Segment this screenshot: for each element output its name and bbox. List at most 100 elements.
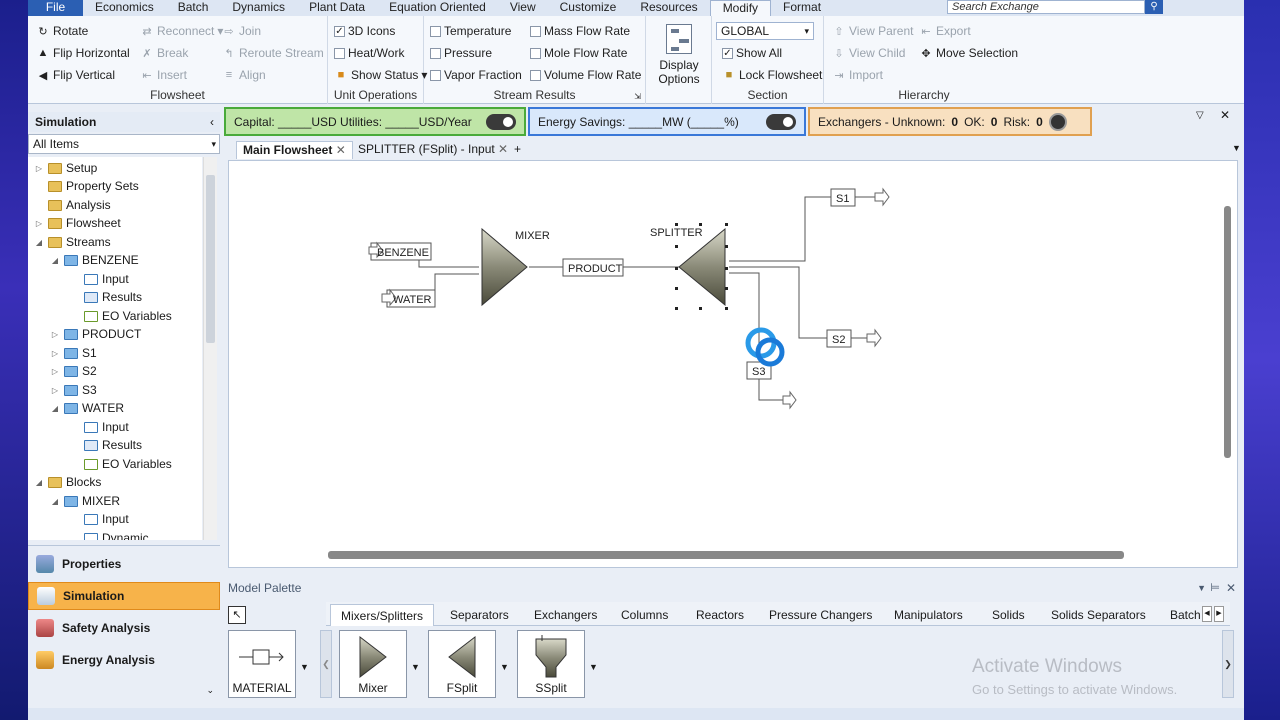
new-tab-button[interactable]: + [508,141,527,159]
tree-item-s2[interactable]: ▷ S2 [50,362,97,380]
section-select[interactable]: GLOBAL ▾ [716,22,814,40]
vapor-fraction-checkbox[interactable]: Vapor Fraction [430,68,522,82]
flip-horizontal-button[interactable]: ▲ Flip Horizontal [36,46,130,60]
collapse-icon[interactable]: ◢ [34,478,44,487]
tree-item-analysis[interactable]: Analysis [48,196,111,214]
tree-item-benzene-eo-variables[interactable]: EO Variables [84,307,172,325]
search-icon[interactable]: ⚲ [1145,0,1163,14]
pressure-checkbox[interactable]: Pressure [430,46,492,60]
palette-item-ssplit[interactable]: SSplit [517,630,585,698]
stream-line-s2[interactable] [729,266,827,339]
tree-item-mixer-dynamic[interactable]: Dynamic [84,529,149,540]
palette-tab-exchangers[interactable]: Exchangers [524,604,607,626]
tree-item-property-sets[interactable]: Property Sets [48,177,139,195]
show-status-button[interactable]: ■ Show Status ▾ [334,68,428,82]
search-exchange-input[interactable]: Search Exchange [947,0,1145,14]
splitter-block[interactable] [678,227,726,307]
tree-scrollbar[interactable] [203,157,217,540]
palette-tab-solids-separators[interactable]: Solids Separators [1041,604,1156,626]
stream-line-s3-out[interactable] [758,379,783,401]
insert-button[interactable]: ⇤ Insert [140,68,187,82]
collapse-icon[interactable]: ◢ [34,238,44,247]
tab-list-icon[interactable]: ▼ [1232,143,1241,153]
tree-filter-select[interactable]: All Items ▾ [28,134,220,154]
show-all-checkbox[interactable]: ✓ Show All [722,46,782,60]
palette-tab-pressure-changers[interactable]: Pressure Changers [759,604,882,626]
nav-simulation[interactable]: Simulation [28,582,220,610]
nav-properties[interactable]: Properties [28,550,220,578]
material-dropdown-icon[interactable]: ▼ [300,662,309,672]
flip-vertical-button[interactable]: ◀ Flip Vertical [36,68,115,82]
tree-scroll-thumb[interactable] [206,175,215,343]
menu-equation-oriented[interactable]: Equation Oriented [377,0,498,16]
join-button[interactable]: ⇨ Join [222,24,261,38]
expand-icon[interactable]: ▷ [34,164,44,173]
canvas-vertical-scrollbar[interactable] [1221,166,1233,546]
tree-item-water[interactable]: ◢ WATER [50,399,124,417]
tree-item-blocks[interactable]: ◢ Blocks [34,473,101,491]
expand-icon[interactable]: ▷ [50,349,60,358]
canvas-horizontal-scroll-thumb[interactable] [328,551,1124,559]
export-button[interactable]: ⇤ Export [919,24,970,38]
palette-tab-separators[interactable]: Separators [440,604,519,626]
tree-item-water-input[interactable]: Input [84,418,129,436]
palette-tab-solids[interactable]: Solids [982,604,1035,626]
menu-economics[interactable]: Economics [83,0,166,16]
canvas-vertical-scroll-thumb[interactable] [1224,206,1231,458]
collapse-icon[interactable]: ◢ [50,404,60,413]
collapse-pane-icon[interactable]: ‹ [210,112,214,132]
more-nav-icon[interactable]: ⌄ [206,685,214,696]
ssplit-dropdown-icon[interactable]: ▼ [589,662,598,672]
ribbon-minimize-icon[interactable]: ▽ [1196,110,1204,121]
stream-line-s3[interactable] [729,272,760,361]
heat-work-checkbox[interactable]: Heat/Work [334,46,404,60]
mole-flow-rate-checkbox[interactable]: Mole Flow Rate [530,46,627,60]
close-panel-icon[interactable]: ✕ [1220,108,1230,122]
expand-icon[interactable]: ▷ [50,367,60,376]
tree-item-product[interactable]: ▷ PRODUCT [50,325,141,343]
pin-icon[interactable]: ⊨ [1210,578,1220,598]
energy-toggle[interactable] [766,113,796,130]
import-button[interactable]: ⇥ Import [832,68,883,82]
select-mode-button[interactable]: ↖ [228,606,246,624]
menu-modify[interactable]: Modify [709,0,772,16]
flowsheet-drawing[interactable]: BENZENE WATER MIXER PRODUCT SPLITTER S1 … [229,161,1237,567]
tree-item-mixer-input[interactable]: Input [84,510,129,528]
menu-plant-data[interactable]: Plant Data [297,0,377,16]
tree-item-benzene-results[interactable]: Results [84,288,142,306]
menu-dynamics[interactable]: Dynamics [220,0,297,16]
rotate-button[interactable]: ↻ Rotate [36,24,88,38]
tree-item-mixer[interactable]: ◢ MIXER [50,492,120,510]
collapse-icon[interactable]: ◢ [50,497,60,506]
tree-item-benzene-input[interactable]: Input [84,270,129,288]
tab-main-flowsheet[interactable]: Main Flowsheet ✕ [236,141,353,159]
expand-icon[interactable]: ▷ [50,330,60,339]
menu-customize[interactable]: Customize [548,0,629,16]
menu-format[interactable]: Format [771,0,833,16]
palette-tab-manipulators[interactable]: Manipulators [884,604,973,626]
close-tab-icon[interactable]: ✕ [336,143,346,157]
tab-splitter-input[interactable]: SPLITTER (FSplit) - Input ✕ [352,141,514,159]
tree-item-s3[interactable]: ▷ S3 [50,381,97,399]
palette-scroll-left-icon[interactable]: ❮ [320,630,332,698]
tree-item-flowsheet[interactable]: ▷ Flowsheet [34,214,121,232]
tree-item-setup[interactable]: ▷ Setup [34,159,97,177]
display-options-button[interactable]: Display Options [646,58,712,86]
menu-view[interactable]: View [498,0,548,16]
palette-tab-mixers-splitters[interactable]: Mixers/Splitters [330,604,435,626]
collapse-icon[interactable]: ◢ [50,256,60,265]
break-button[interactable]: ✗ Break [140,46,188,60]
palette-tab-columns[interactable]: Columns [611,604,678,626]
view-child-button[interactable]: ⇩ View Child [832,46,905,60]
mass-flow-rate-checkbox[interactable]: Mass Flow Rate [530,24,630,38]
tree-item-water-eo-variables[interactable]: EO Variables [84,455,172,473]
flowsheet-canvas[interactable]: BENZENE WATER MIXER PRODUCT SPLITTER S1 … [228,160,1238,568]
close-tab-icon[interactable]: ✕ [498,142,508,156]
menu-batch[interactable]: Batch [166,0,221,16]
lock-flowsheet-button[interactable]: ■ Lock Flowsheet [722,68,823,82]
palette-scroll-right-icon[interactable]: ❯ [1222,630,1234,698]
stream-line-s1[interactable] [729,196,831,262]
menu-file[interactable]: File [28,0,83,16]
palette-tab-scroll-right-icon[interactable]: ▶ [1214,606,1224,622]
volume-flow-rate-checkbox[interactable]: Volume Flow Rate [530,68,641,82]
